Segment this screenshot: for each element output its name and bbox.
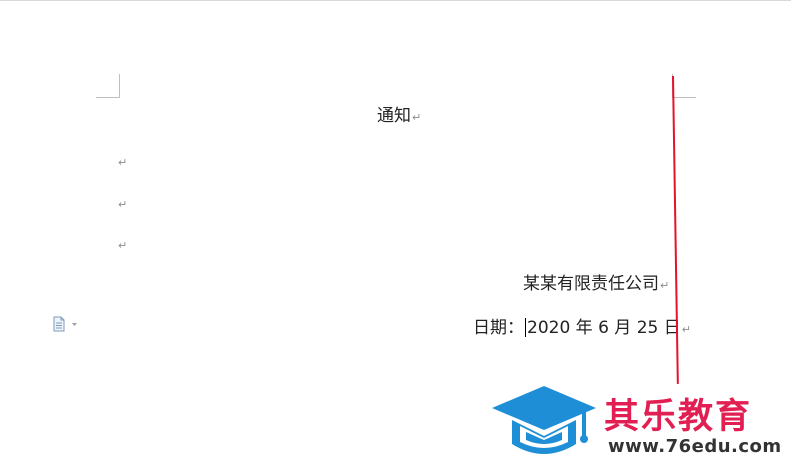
top-border xyxy=(0,0,791,1)
company-line[interactable]: 某某有限责任公司↵ xyxy=(523,276,669,293)
paragraph-mark: ↵ xyxy=(681,323,691,336)
text-cursor xyxy=(525,318,526,337)
date-value: 2020 年 6 月 25 日 xyxy=(527,318,681,338)
mortarboard-icon xyxy=(492,386,596,454)
date-line[interactable]: 日期： 2020 年 6 月 25 日↵ xyxy=(473,318,691,337)
margin-corner-top-left-vertical xyxy=(119,74,120,98)
document-page[interactable]: 通知↵ ↵ ↵ ↵ 某某有限责任公司↵ 日期：2020 年 6 月 25 日↵ xyxy=(0,0,791,467)
empty-paragraph-mark[interactable]: ↵ xyxy=(118,199,127,210)
document-title[interactable]: 通知↵ xyxy=(377,108,421,125)
empty-paragraph-mark[interactable]: ↵ xyxy=(118,240,127,251)
paragraph-mark: ↵ xyxy=(412,111,422,124)
dropdown-arrow-icon xyxy=(72,323,77,326)
empty-paragraph-mark[interactable]: ↵ xyxy=(118,157,127,168)
paste-options-button[interactable] xyxy=(52,316,82,332)
watermark-logo: 其乐教育 www.76edu.com xyxy=(492,382,788,464)
watermark-url: www.76edu.com xyxy=(608,436,782,457)
margin-corner-top-right xyxy=(672,97,696,98)
margin-corner-top-left xyxy=(96,97,120,98)
paste-options-icon xyxy=(53,316,77,332)
date-label: 日期： xyxy=(473,318,524,338)
company-name: 某某有限责任公司 xyxy=(523,274,659,294)
title-text: 通知 xyxy=(377,106,411,126)
paragraph-mark: ↵ xyxy=(660,279,670,292)
watermark-brand: 其乐教育 xyxy=(604,397,753,437)
